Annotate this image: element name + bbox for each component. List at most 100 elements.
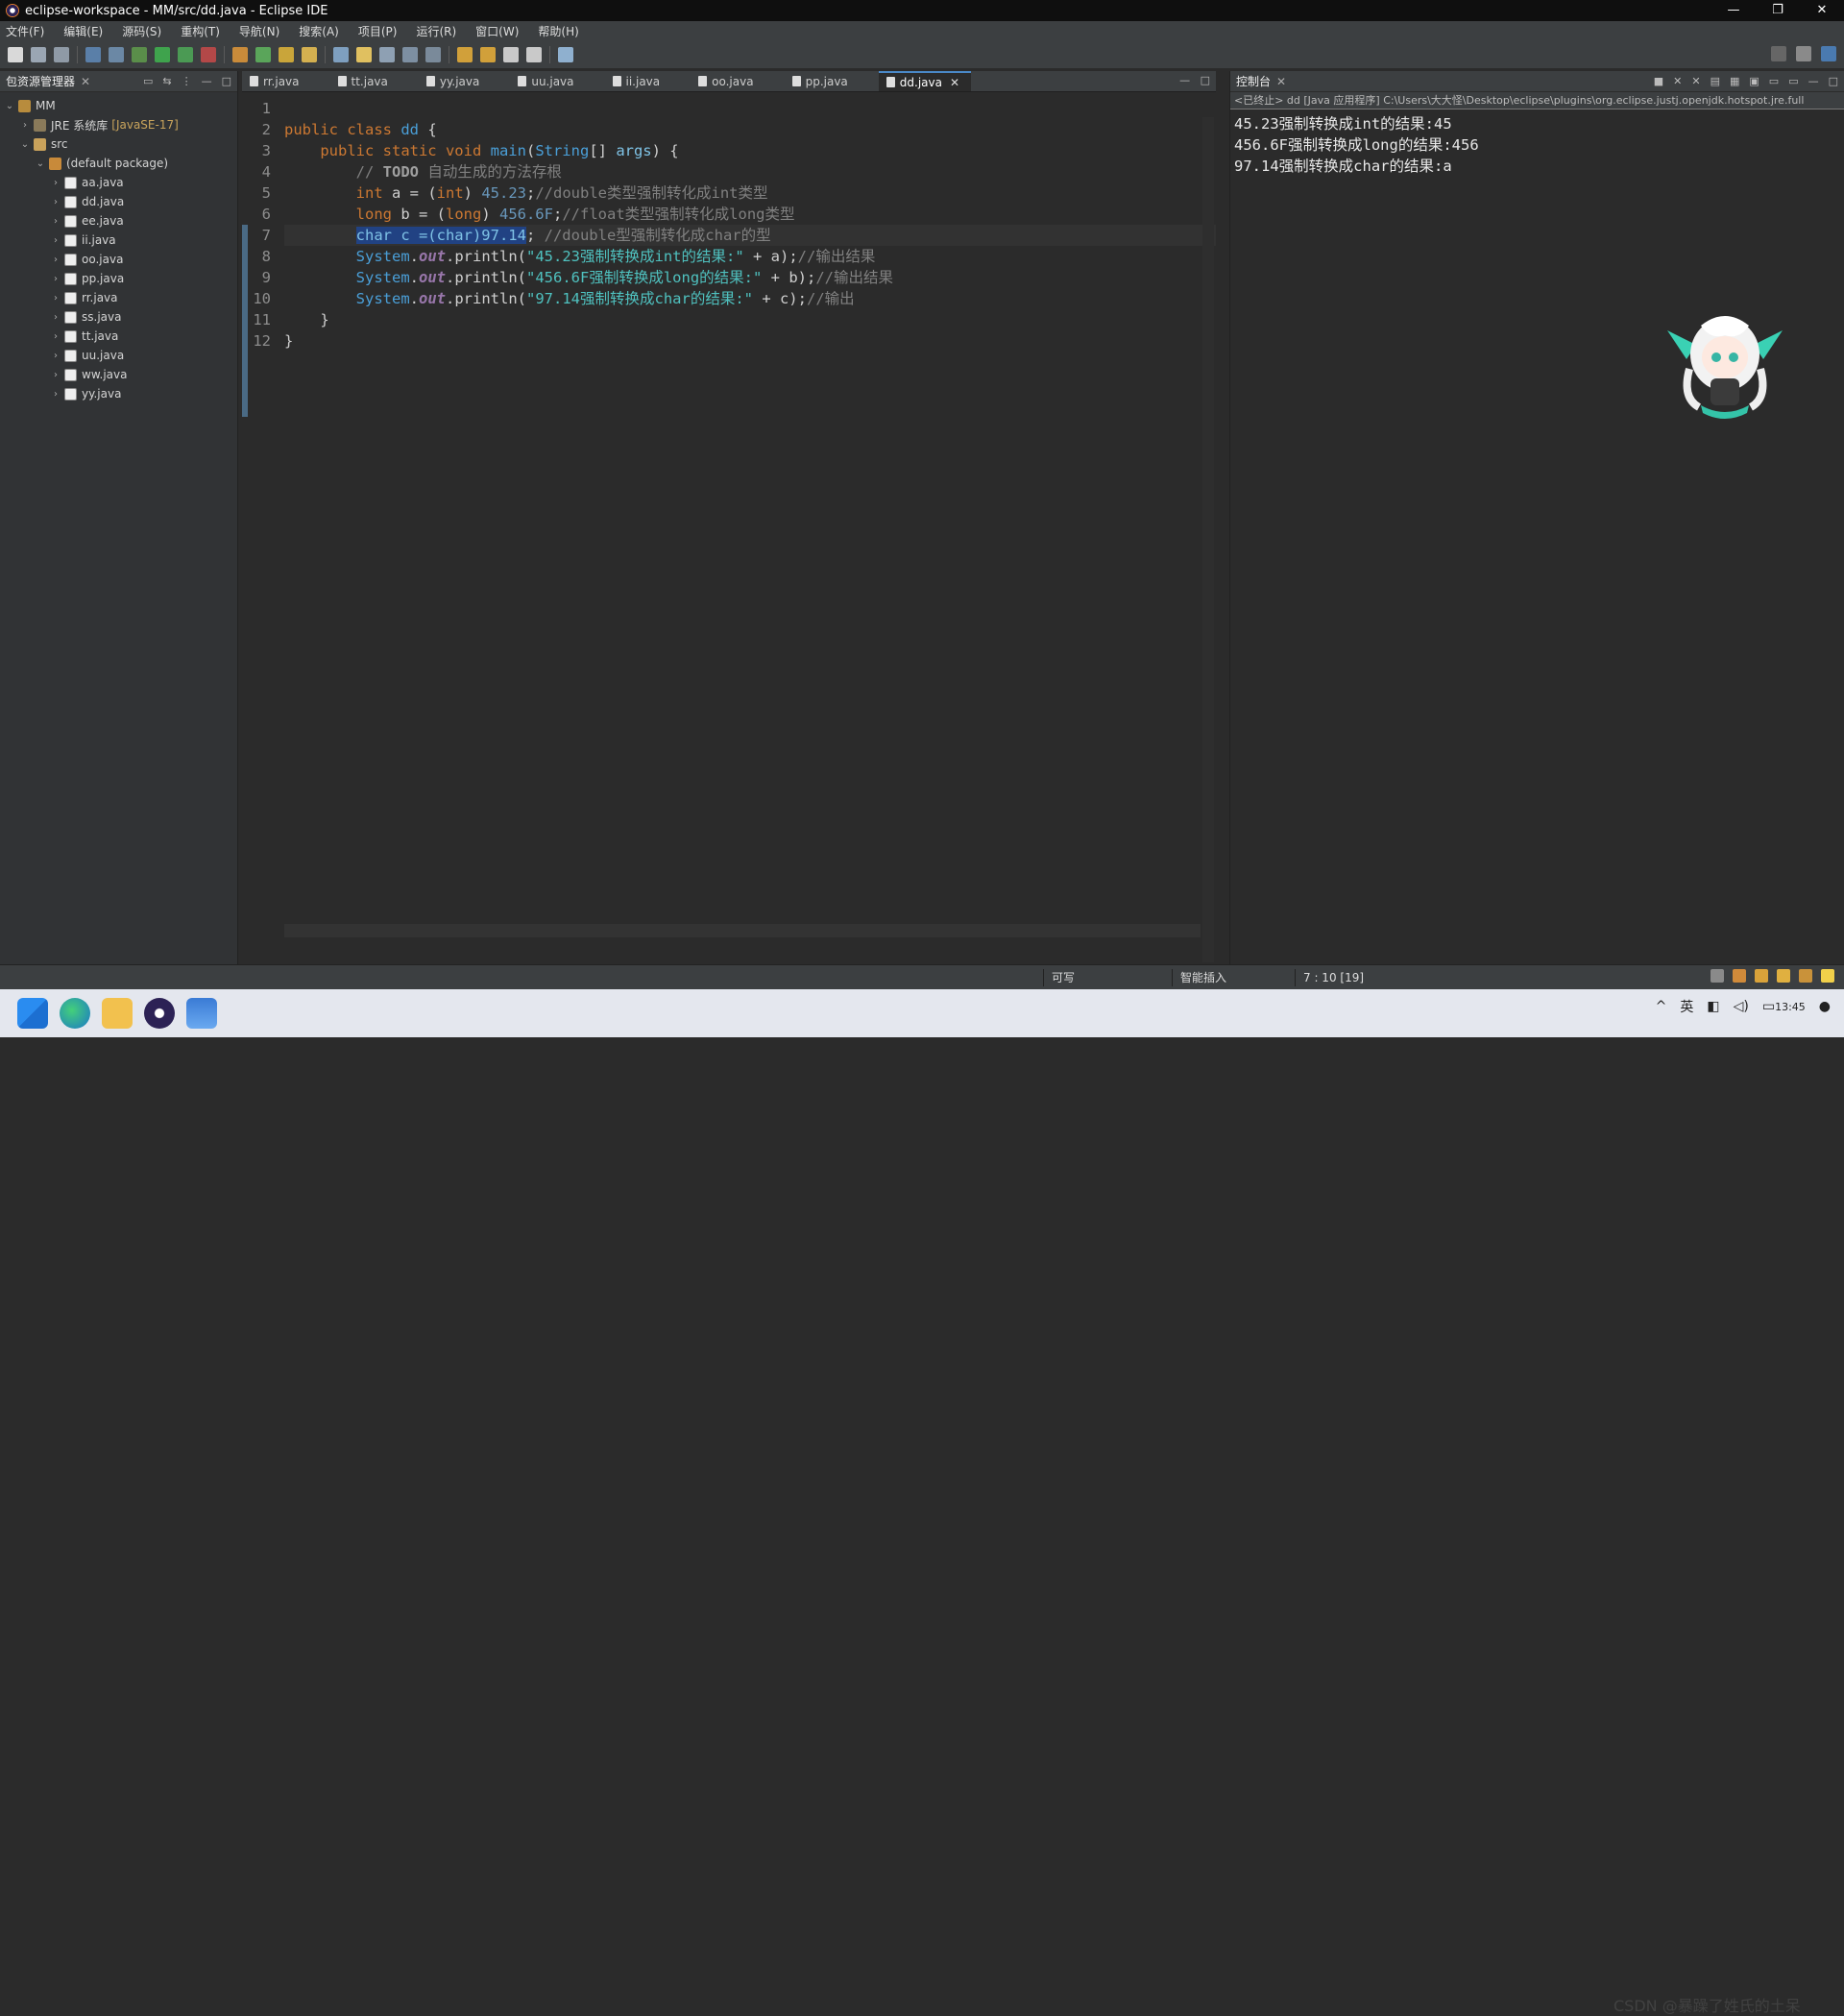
close-icon[interactable]: ✕ <box>1276 75 1286 88</box>
prev-annotation-icon[interactable] <box>480 46 496 62</box>
volume-icon[interactable]: ◁) <box>1734 999 1749 1014</box>
tree-item[interactable]: › yy.java <box>0 384 237 403</box>
scroll-lock-icon[interactable]: ▤ <box>1711 75 1720 87</box>
new-package-icon[interactable] <box>255 46 271 62</box>
tree-item[interactable]: ⌄ src <box>0 134 237 154</box>
close-window-button[interactable]: ✕ <box>1800 0 1844 21</box>
tab-pp-java[interactable]: pp.java <box>785 71 860 91</box>
menu-project[interactable]: 项目(P) <box>358 23 398 39</box>
chevron-down-icon[interactable]: ⌄ <box>19 139 31 150</box>
tree-item[interactable]: › aa.java <box>0 173 237 192</box>
menu-edit[interactable]: 编辑(E) <box>63 23 103 39</box>
tree-item[interactable]: ⌄ (default package) <box>0 154 237 173</box>
tree-item[interactable]: › rr.java <box>0 288 237 307</box>
word-wrap-icon[interactable]: ▦ <box>1730 75 1739 87</box>
status-book-icon[interactable] <box>1733 969 1746 983</box>
next-annotation-icon[interactable] <box>457 46 473 62</box>
tree-item[interactable]: ⌄ MM <box>0 96 237 115</box>
chevron-right-icon[interactable]: › <box>50 178 61 188</box>
file-explorer-icon[interactable] <box>102 998 133 1029</box>
chevron-right-icon[interactable]: › <box>50 312 61 323</box>
code-editor[interactable]: 1 2 3 4 5 6 7 8 9 10 11 12 public class dd { public… <box>242 92 1216 962</box>
chevron-right-icon[interactable]: › <box>50 389 61 400</box>
show-whitespace-icon[interactable] <box>402 46 418 62</box>
new-icon[interactable] <box>8 46 23 62</box>
highlight-icon[interactable] <box>356 46 372 62</box>
java-perspective-icon[interactable] <box>1821 46 1836 61</box>
status-progress-icon[interactable] <box>1799 969 1812 983</box>
photos-app-icon[interactable] <box>186 998 217 1029</box>
menu-source[interactable]: 源码(S) <box>122 23 161 39</box>
eclipse-taskbar-icon[interactable] <box>144 998 175 1029</box>
minimize-view-icon[interactable]: — <box>202 75 212 87</box>
edge-browser-icon[interactable] <box>60 998 90 1029</box>
tree-item[interactable]: › ee.java <box>0 211 237 231</box>
editor-horizontal-scrollbar[interactable] <box>284 924 1201 937</box>
save-all-icon[interactable] <box>54 46 69 62</box>
tree-item[interactable]: › JRE 系统库 [JavaSE-17] <box>0 115 237 134</box>
console-title[interactable]: 控制台 <box>1236 73 1271 89</box>
open-console-icon[interactable]: ▭ <box>1788 75 1798 87</box>
tree-item[interactable]: › ww.java <box>0 365 237 384</box>
chevron-right-icon[interactable]: › <box>50 274 61 284</box>
maximize-view-icon[interactable]: □ <box>222 75 231 87</box>
forward-icon[interactable] <box>526 46 542 62</box>
menu-run[interactable]: 运行(R) <box>416 23 456 39</box>
network-icon[interactable]: ◧ <box>1707 999 1719 1014</box>
status-tasks-icon[interactable] <box>1755 969 1768 983</box>
tab-tt-java[interactable]: tt.java <box>330 71 400 91</box>
tree-item[interactable]: › ss.java <box>0 307 237 327</box>
ime-indicator[interactable]: 英 <box>1680 997 1693 1016</box>
menu-refactor[interactable]: 重构(T) <box>181 23 220 39</box>
chevron-right-icon[interactable]: › <box>19 120 31 131</box>
close-icon[interactable]: ✕ <box>81 75 90 88</box>
chevron-right-icon[interactable]: › <box>50 331 61 342</box>
toggle-mark-icon[interactable] <box>333 46 349 62</box>
tab-ii-java[interactable]: ii.java <box>605 71 672 91</box>
open-type-icon[interactable] <box>279 46 294 62</box>
back-icon[interactable] <box>503 46 519 62</box>
new-java-project-icon[interactable] <box>232 46 248 62</box>
restore-button[interactable]: ❐ <box>1756 0 1800 21</box>
chevron-right-icon[interactable]: › <box>50 216 61 227</box>
editor-vertical-scrollbar[interactable] <box>1202 117 1214 962</box>
pin-console-icon[interactable]: ▣ <box>1749 75 1759 87</box>
run-icon[interactable] <box>155 46 170 62</box>
tab-rr-java[interactable]: rr.java <box>242 71 311 91</box>
start-menu-icon[interactable] <box>17 998 48 1029</box>
tab-oo-java[interactable]: oo.java <box>691 71 764 91</box>
tree-item[interactable]: › pp.java <box>0 269 237 288</box>
status-sync-icon[interactable] <box>1711 969 1724 983</box>
search-tool-icon[interactable] <box>302 46 317 62</box>
save-icon[interactable] <box>31 46 46 62</box>
battery-icon[interactable]: ▭ <box>1762 999 1775 1014</box>
skip-breakpoints-icon[interactable] <box>109 46 124 62</box>
chevron-right-icon[interactable]: › <box>50 351 61 361</box>
tray-chevron-icon[interactable]: ^ <box>1656 999 1667 1014</box>
search-icon[interactable] <box>1771 46 1786 61</box>
terminal-icon[interactable] <box>85 46 101 62</box>
close-tab-icon[interactable]: ✕ <box>950 76 959 89</box>
tab-yy-java[interactable]: yy.java <box>419 71 491 91</box>
chevron-right-icon[interactable]: › <box>50 235 61 246</box>
status-edit-icon[interactable] <box>1777 969 1790 983</box>
link-editor-icon[interactable]: ⇆ <box>162 75 171 87</box>
display-console-icon[interactable]: ▭ <box>1769 75 1779 87</box>
console-output[interactable]: 45.23强制转换成int的结果:45 456.6F强制转换成long的结果:4… <box>1230 109 1844 181</box>
menu-help[interactable]: 帮助(H) <box>538 23 578 39</box>
collapse-all-icon[interactable]: ▭ <box>143 75 153 87</box>
package-explorer-title[interactable]: 包资源管理器 <box>6 73 75 89</box>
tree-item[interactable]: › ii.java <box>0 231 237 250</box>
minimize-button[interactable]: — <box>1711 0 1756 21</box>
tree-item[interactable]: › tt.java <box>0 327 237 346</box>
debug-icon[interactable] <box>132 46 147 62</box>
pilcrow-icon[interactable] <box>425 46 441 62</box>
tree-item[interactable]: › uu.java <box>0 346 237 365</box>
remove-all-icon[interactable]: ✕ <box>1691 75 1700 87</box>
editor-minmax-icons[interactable]: — □ <box>1179 74 1210 86</box>
menu-search[interactable]: 搜索(A) <box>299 23 339 39</box>
chevron-right-icon[interactable]: › <box>50 255 61 265</box>
menu-file[interactable]: 文件(F) <box>6 23 44 39</box>
view-menu-icon[interactable]: ⋮ <box>182 75 192 87</box>
system-clock[interactable]: 13:45 <box>1775 1000 1806 1014</box>
